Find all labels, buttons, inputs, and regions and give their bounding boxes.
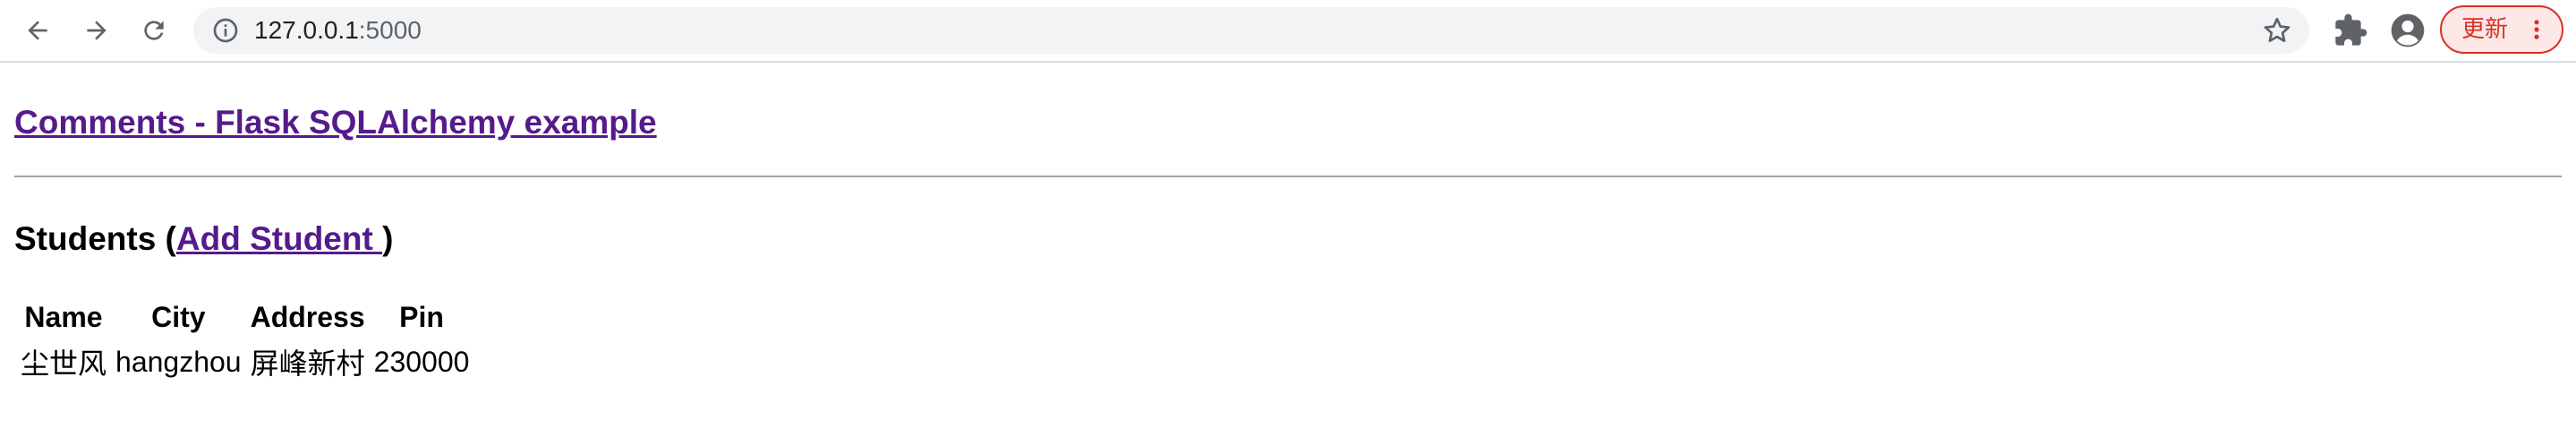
- students-table: Name City Address Pin 尘世风 hangzhou 屏峰新村 …: [14, 296, 475, 388]
- column-header-address: Address: [250, 301, 365, 333]
- account-icon[interactable]: [2388, 11, 2427, 50]
- add-student-link[interactable]: Add Student: [176, 220, 382, 257]
- url-host: 127.0.0.1: [254, 16, 359, 44]
- address-url[interactable]: 127.0.0.1:5000: [254, 7, 422, 54]
- reload-icon: [144, 21, 164, 40]
- students-heading: Students (Add Student ): [14, 218, 393, 260]
- update-label: 更新: [2461, 16, 2509, 43]
- reload-button[interactable]: [134, 11, 174, 50]
- cell-city: hangzhou: [115, 345, 242, 378]
- star-icon[interactable]: [2261, 14, 2293, 47]
- info-icon[interactable]: [211, 16, 240, 45]
- column-header-city: City: [151, 301, 206, 333]
- table-row: 尘世风 hangzhou 屏峰新村 230000: [18, 339, 472, 384]
- students-heading-suffix: ): [382, 220, 394, 257]
- page-title: Comments - Flask SQLAlchemy example: [14, 102, 657, 143]
- column-header-name: Name: [24, 301, 103, 333]
- address-bar[interactable]: 127.0.0.1:5000: [193, 7, 2309, 54]
- url-port: :5000: [358, 16, 422, 44]
- kebab-menu-icon: [2534, 20, 2539, 39]
- column-header-pin: Pin: [399, 301, 444, 333]
- arrow-left-icon: [28, 21, 47, 40]
- arrow-right-icon: [87, 21, 107, 40]
- cell-address: 屏峰新村: [250, 347, 365, 381]
- forward-button[interactable]: [77, 11, 116, 50]
- cell-name: 尘世风: [21, 347, 107, 381]
- students-heading-prefix: Students (: [14, 220, 176, 257]
- horizontal-rule: [14, 176, 2562, 177]
- browser-toolbar: 127.0.0.1:5000 更新: [0, 0, 2576, 63]
- cell-pin: 230000: [373, 345, 470, 378]
- update-button[interactable]: 更新: [2440, 5, 2563, 54]
- comments-link[interactable]: Comments - Flask SQLAlchemy example: [14, 104, 657, 141]
- puzzle-icon[interactable]: [2333, 13, 2368, 48]
- back-button[interactable]: [18, 11, 57, 50]
- table-header-row: Name City Address Pin: [18, 299, 472, 336]
